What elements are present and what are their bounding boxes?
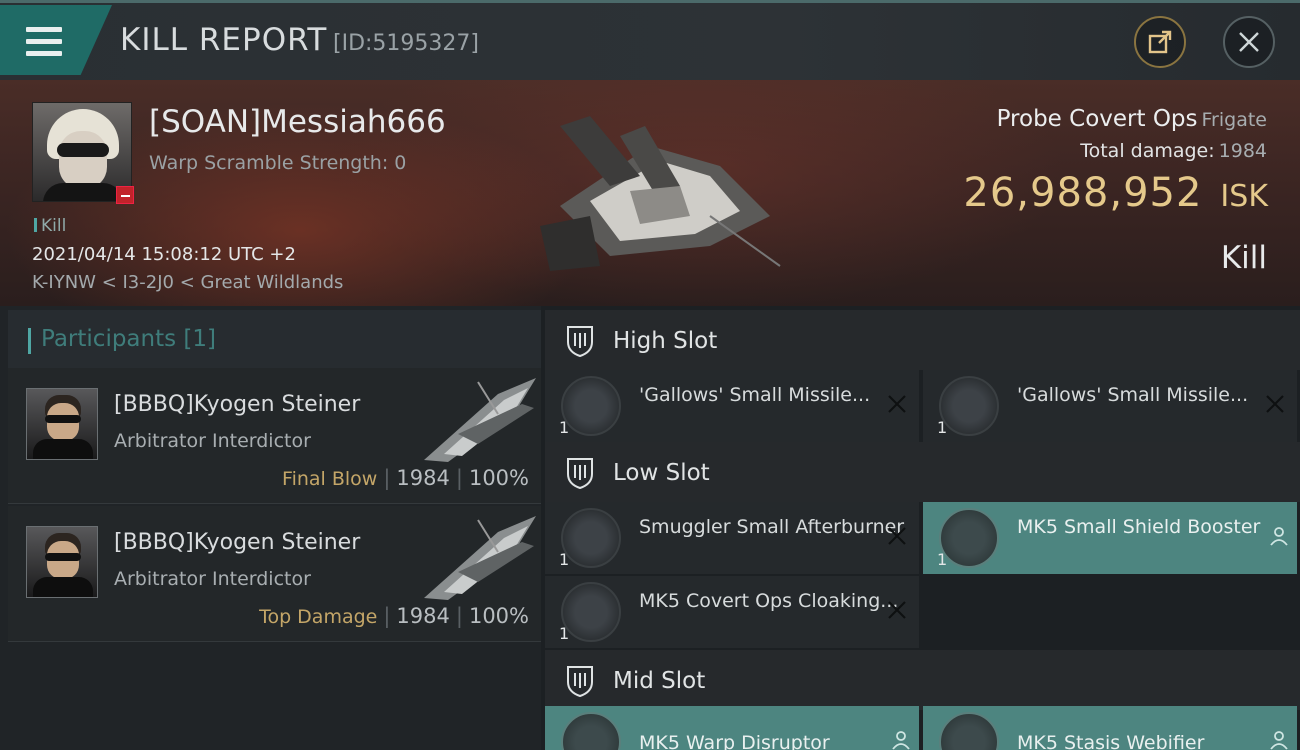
participant-ship-image[interactable]	[418, 512, 540, 604]
participants-header: Participants [1]	[8, 310, 541, 368]
kill-datetime: 2021/04/14 15:08:12 UTC +2	[32, 244, 296, 265]
total-damage-label: Total damage:	[1080, 140, 1215, 162]
cloaking-device-icon	[561, 582, 621, 642]
hamburger-icon	[26, 27, 62, 57]
participant-percent: 100%	[468, 604, 529, 628]
destroyed-x-icon	[1266, 395, 1284, 413]
participant-percent: 100%	[468, 466, 529, 490]
module-name: 'Gallows' Small Missile...	[1017, 384, 1249, 406]
shield-slot-icon	[567, 666, 593, 698]
module-qty: 1	[559, 624, 570, 643]
module-name: Smuggler Small Afterburner	[639, 516, 905, 538]
isk-value: 26,988,952	[963, 170, 1203, 216]
kill-tag: Kill	[34, 216, 66, 236]
warp-disruptor-icon	[561, 712, 621, 750]
participant-ship: Arbitrator Interdictor	[114, 568, 311, 590]
afterburner-icon	[561, 508, 621, 568]
participant-name[interactable]: [BBBQ]Kyogen Steiner	[114, 392, 360, 417]
close-button[interactable]	[1223, 16, 1275, 68]
participant-tag: Final Blow	[282, 468, 378, 490]
share-icon	[1148, 30, 1172, 54]
report-id: [ID:5195327]	[333, 31, 479, 56]
high-slot-label: High Slot	[613, 328, 718, 354]
participant-ship: Arbitrator Interdictor	[114, 430, 311, 452]
participant-ship-image[interactable]	[418, 374, 540, 466]
shield-slot-icon	[567, 326, 593, 358]
fitting-panel: High Slot 1 'Gallows' Small Missile... 1…	[541, 306, 1300, 750]
destroyed-x-icon	[888, 601, 906, 619]
participants-label: Participants [1]	[41, 326, 216, 352]
module-qty: 1	[559, 550, 570, 569]
total-damage: Total damage: 1984	[1080, 140, 1267, 162]
module-item[interactable]: 1 'Gallows' Small Missile...	[923, 370, 1297, 442]
ship-class: Frigate	[1201, 109, 1267, 131]
destroyed-x-icon	[888, 527, 906, 545]
participant-damage: 1984	[396, 466, 450, 490]
participant-avatar[interactable]	[26, 526, 98, 598]
mid-slot-header: Mid Slot	[545, 650, 1300, 710]
victim-ship-image[interactable]	[520, 106, 790, 276]
participant-row[interactable]: [BBBQ]Kyogen Steiner Arbitrator Interdic…	[8, 368, 541, 504]
isk-value-row: 26,988,952 ISK	[963, 170, 1268, 216]
participant-damage: 1984	[396, 604, 450, 628]
participant-stats: Top Damage | 1984 | 100%	[259, 604, 529, 628]
header-bar: KILL REPORT [ID:5195327]	[0, 0, 1300, 80]
victim-banner: [SOAN]Messiah666 Warp Scramble Strength:…	[0, 80, 1300, 306]
share-button[interactable]	[1134, 16, 1186, 68]
low-slot-header: Low Slot	[545, 442, 1300, 502]
ship-name[interactable]: Probe Covert Ops Frigate	[997, 106, 1267, 132]
stasis-webifier-icon	[939, 712, 999, 750]
module-item[interactable]: 1 MK5 Covert Ops Cloaking...	[545, 576, 919, 648]
participant-stats: Final Blow | 1984 | 100%	[282, 466, 529, 490]
page-title: KILL REPORT	[120, 22, 328, 58]
participant-tag: Top Damage	[259, 606, 378, 628]
total-damage-value: 1984	[1218, 140, 1267, 162]
participant-name[interactable]: [BBBQ]Kyogen Steiner	[114, 530, 360, 555]
module-name: MK5 Covert Ops Cloaking...	[639, 590, 899, 612]
close-icon	[1239, 32, 1259, 52]
participant-row[interactable]: [BBBQ]Kyogen Steiner Arbitrator Interdic…	[8, 506, 541, 642]
shield-slot-icon	[567, 458, 593, 490]
module-qty: 1	[937, 418, 948, 437]
low-slot-label: Low Slot	[613, 460, 710, 486]
module-name: MK5 Small Shield Booster	[1017, 516, 1261, 538]
mid-slot-label: Mid Slot	[613, 668, 706, 694]
person-icon	[1270, 527, 1288, 546]
participants-label-text: Participants	[41, 326, 177, 352]
kill-location[interactable]: K-IYNW < I3-2J0 < Great Wildlands	[32, 272, 343, 293]
participant-avatar[interactable]	[26, 388, 98, 460]
victim-name[interactable]: [SOAN]Messiah666	[149, 104, 446, 140]
module-name: MK5 Warp Disruptor	[639, 732, 830, 750]
module-name: 'Gallows' Small Missile...	[639, 384, 871, 406]
module-item[interactable]: 1 MK5 Stasis Webifier	[923, 706, 1297, 750]
person-icon	[892, 731, 910, 750]
ship-name-text: Probe Covert Ops	[996, 106, 1198, 132]
missile-launcher-icon	[939, 376, 999, 436]
kill-result: Kill	[1220, 240, 1267, 276]
module-item[interactable]: 1 'Gallows' Small Missile...	[545, 370, 919, 442]
warp-scramble-strength: Warp Scramble Strength: 0	[149, 152, 407, 174]
menu-button[interactable]	[0, 5, 112, 75]
module-qty: 1	[937, 550, 948, 569]
shield-booster-icon	[939, 508, 999, 568]
high-slot-header: High Slot	[545, 310, 1300, 370]
standing-badge	[116, 186, 134, 204]
participants-panel: Participants [1] [BBBQ]Kyogen Steiner Ar…	[0, 306, 541, 750]
module-item[interactable]: 1 MK5 Small Shield Booster	[923, 502, 1297, 574]
isk-unit: ISK	[1220, 179, 1268, 214]
module-name: MK5 Stasis Webifier	[1017, 732, 1205, 750]
missile-launcher-icon	[561, 376, 621, 436]
module-item[interactable]: 1 Smuggler Small Afterburner	[545, 502, 919, 574]
person-icon	[1270, 731, 1288, 750]
destroyed-x-icon	[888, 395, 906, 413]
participants-count: [1]	[183, 326, 217, 352]
module-item[interactable]: 1 MK5 Warp Disruptor	[545, 706, 919, 750]
module-qty: 1	[559, 418, 570, 437]
